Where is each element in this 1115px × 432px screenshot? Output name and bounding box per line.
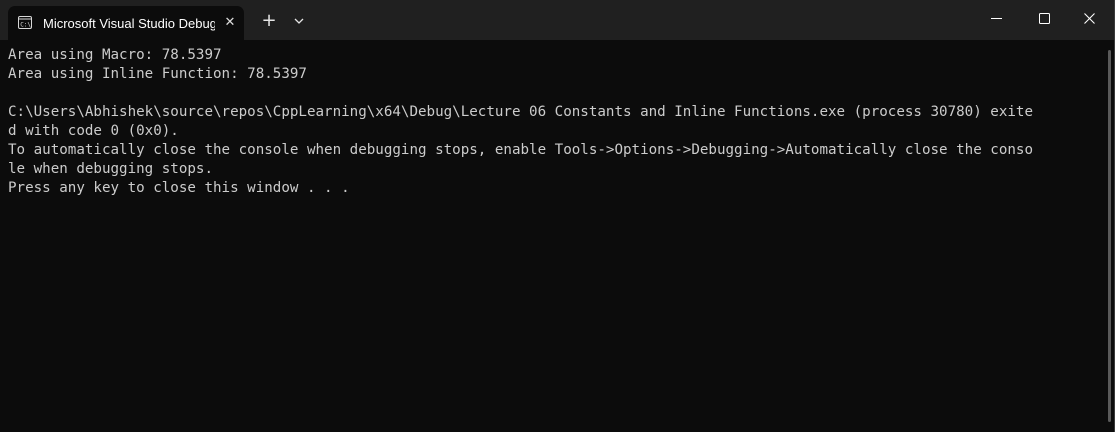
terminal-icon: C:\ <box>18 16 32 29</box>
console-line: Area using Macro: 78.5397 <box>8 47 222 63</box>
title-bar[interactable]: C:\ Microsoft Visual Studio Debug Consol… <box>0 0 1114 40</box>
svg-text:C:\: C:\ <box>20 22 31 29</box>
console-output[interactable]: Area using Macro: 78.5397 Area using Inl… <box>0 40 1104 432</box>
console-line: le when debugging stops. <box>8 161 213 177</box>
console-line: Area using Inline Function: 78.5397 <box>8 66 307 82</box>
close-tab-icon[interactable]: ✕ <box>222 15 238 31</box>
tab-title: Microsoft Visual Studio Debug Console <box>43 16 215 31</box>
console-line: C:\Users\Abhishek\source\repos\CppLearni… <box>8 104 1033 120</box>
chevron-down-icon[interactable] <box>289 10 309 32</box>
terminal-window: C:\ Microsoft Visual Studio Debug Consol… <box>0 0 1115 432</box>
console-line: To automatically close the console when … <box>8 142 1033 158</box>
console-line: Press any key to close this window . . . <box>8 180 350 196</box>
minimize-button[interactable] <box>973 0 1019 38</box>
vertical-scrollbar[interactable] <box>1104 40 1114 432</box>
close-window-button[interactable] <box>1066 0 1112 38</box>
tab-debug-console[interactable]: C:\ Microsoft Visual Studio Debug Consol… <box>8 6 244 40</box>
scrollbar-thumb[interactable] <box>1108 50 1111 422</box>
console-line: d with code 0 (0x0). <box>8 123 179 139</box>
maximize-button[interactable] <box>1021 0 1067 38</box>
new-tab-button[interactable]: + <box>258 10 280 32</box>
